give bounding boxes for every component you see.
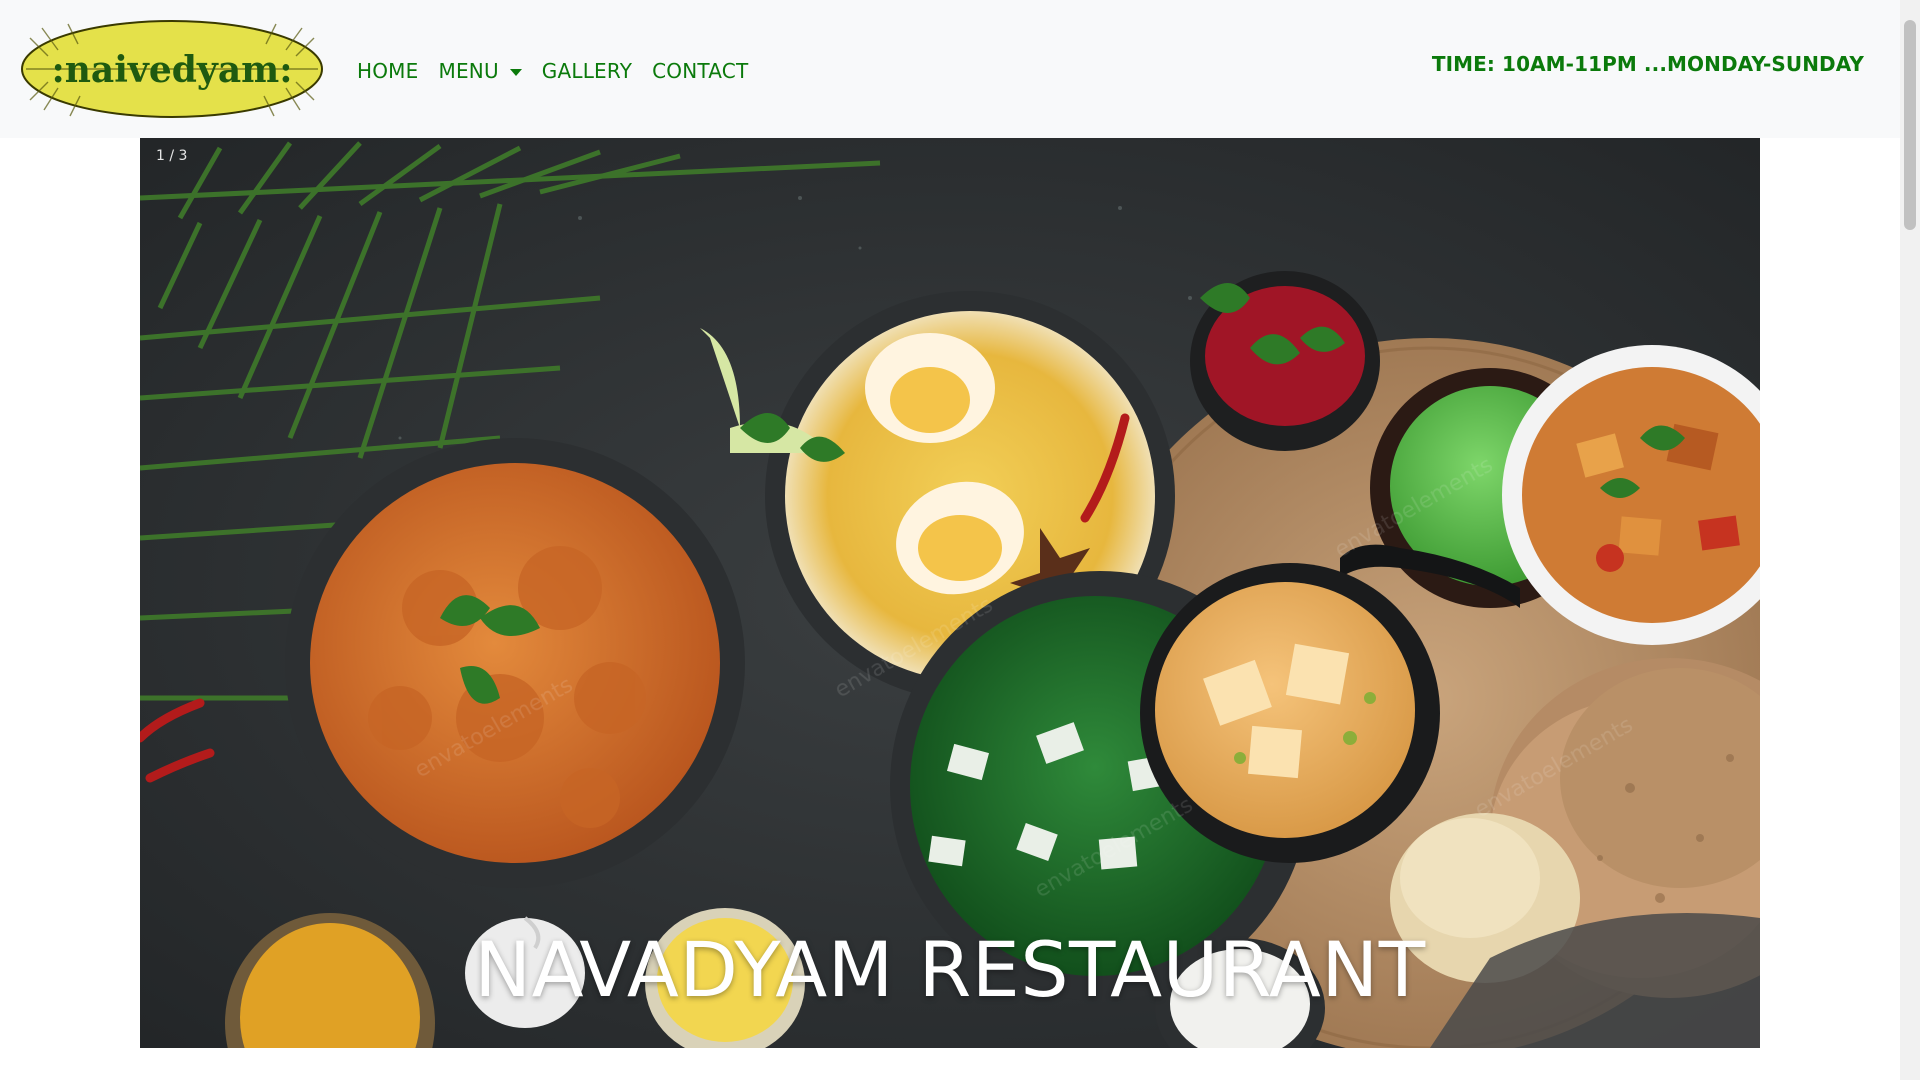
brand-logo[interactable]: :naivedyam: (18, 16, 326, 122)
nav-gallery-label: GALLERY (541, 59, 633, 83)
page-scrollbar[interactable] (1900, 0, 1920, 1080)
hero-carousel[interactable]: envatoelements envatoelements envatoelem… (140, 138, 1760, 1048)
nav-home-label: HOME (357, 59, 419, 83)
logo-text: :naivedyam: (51, 49, 292, 91)
nav-menu-dropdown[interactable]: MENU (438, 59, 522, 83)
nav-menu: HOME MENU GALLERY CONTACT (357, 57, 768, 85)
nav-home-link[interactable]: HOME (357, 59, 418, 83)
caret-down-icon (509, 68, 522, 76)
carousel-caption: NAVADYAM RESTAURANT (474, 925, 1426, 1014)
nav-gallery-link[interactable]: GALLERY (542, 59, 632, 83)
opening-hours: TIME: 10AM-11PM ...MONDAY-SUNDAY (1431, 52, 1864, 76)
nav-contact-link[interactable]: CONTACT (652, 59, 748, 83)
food-spread-image: envatoelements envatoelements envatoelem… (140, 138, 1760, 1048)
slide-counter: 1 / 3 (156, 148, 188, 164)
scrollbar-thumb[interactable] (1904, 20, 1916, 230)
navbar: :naivedyam: HOME MENU GALLERY CONTACT TI… (0, 0, 1900, 138)
nav-contact-label: CONTACT (652, 59, 749, 83)
nav-menu-label: MENU (438, 59, 499, 83)
